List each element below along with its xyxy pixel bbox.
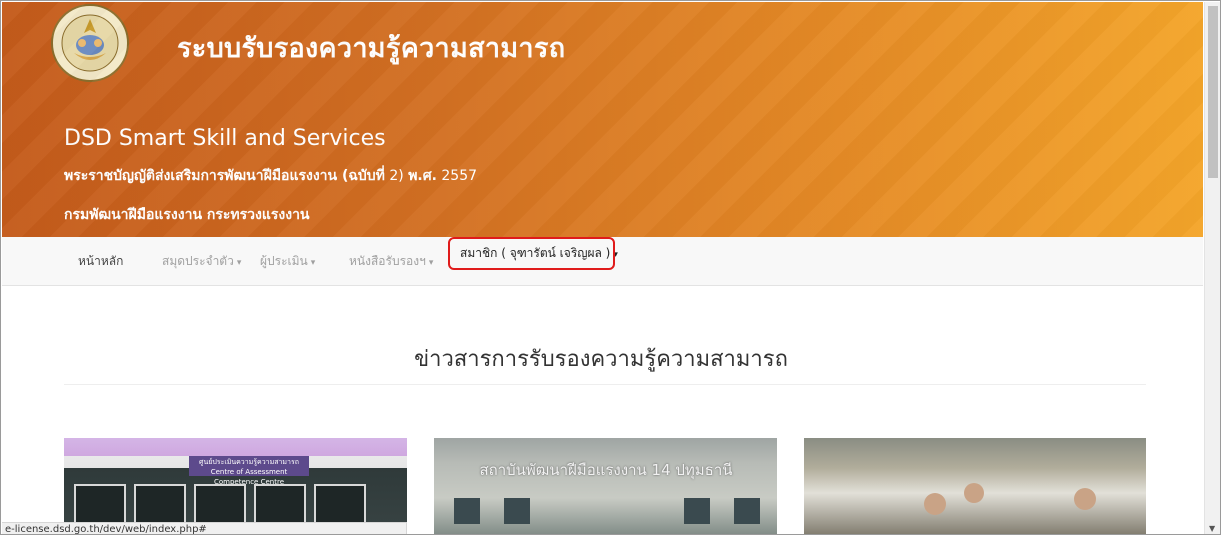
nav-profile-book-label: สมุดประจำตัว — [162, 254, 234, 268]
nav-certificate-dropdown[interactable]: หนังสือรับรองฯ ▾ — [349, 237, 433, 286]
nav-home-label: หน้าหลัก — [78, 254, 124, 268]
nav-home[interactable]: หน้าหลัก — [78, 237, 123, 286]
site-subtitle: DSD Smart Skill and Services — [64, 126, 386, 151]
news-section-title: ข่าวสารการรับรองความรู้ความสามารถ — [414, 347, 788, 372]
site-title: ระบบรับรองความรู้ความสามารถ — [177, 33, 566, 64]
building-window — [684, 498, 710, 524]
scroll-down-icon[interactable]: ▼ — [1209, 524, 1215, 533]
photo-person — [924, 493, 946, 515]
act-text-be: พ.ศ. — [408, 168, 437, 184]
news-image-sign: ศูนย์ประเมินความรู้ความสามารถ Centre of A… — [189, 456, 309, 486]
section-divider — [64, 384, 1146, 385]
building-window — [504, 498, 530, 524]
building-window — [734, 498, 760, 524]
act-line: พระราชบัญญัติส่งเสริมการพัฒนาฝีมือแรงงาน… — [64, 165, 477, 187]
nav-assessor-label: ผู้ประเมิน — [260, 254, 308, 268]
nav-certificate-label: หนังสือรับรองฯ — [349, 254, 426, 268]
news-image-sign: สถาบันพัฒนาฝีมือแรงงาน 14 ปทุมธานี — [479, 461, 733, 479]
dsd-logo-icon — [51, 4, 129, 82]
building-window — [454, 498, 480, 524]
photo-person — [964, 483, 984, 503]
nav-assessor-dropdown[interactable]: ผู้ประเมิน ▾ — [260, 237, 315, 286]
chevron-down-icon: ▾ — [236, 258, 242, 268]
vertical-scrollbar[interactable]: ▼ — [1204, 2, 1220, 534]
nav-profile-book-dropdown[interactable]: สมุดประจำตัว ▾ — [162, 237, 241, 286]
status-bar-url: e-license.dsd.go.th/dev/web/index.php# — [2, 522, 407, 534]
act-text-year: 2557 — [436, 168, 478, 184]
news-image-sign-text: ศูนย์ประเมินความรู้ความสามารถ — [199, 458, 299, 466]
scrollbar-thumb[interactable] — [1208, 6, 1218, 178]
header-banner: ระบบรับรองความรู้ความสามารถ DSD Smart Sk… — [2, 2, 1203, 237]
photo-person — [1074, 488, 1096, 510]
act-text-number: 2) — [384, 168, 409, 184]
department-name: กรมพัฒนาฝีมือแรงงาน กระทรวงแรงงาน — [64, 207, 310, 223]
act-text-bold: พระราชบัญญัติส่งเสริมการพัฒนาฝีมือแรงงาน… — [64, 168, 385, 184]
member-highlight-annotation — [448, 237, 615, 270]
news-thumbnail-2[interactable]: สถาบันพัฒนาฝีมือแรงงาน 14 ปทุมธานี — [434, 438, 777, 534]
news-thumbnail-3[interactable] — [804, 438, 1146, 534]
chevron-down-icon: ▾ — [310, 258, 316, 268]
chevron-down-icon: ▾ — [428, 258, 434, 268]
news-thumbnail-1[interactable]: ศูนย์ประเมินความรู้ความสามารถ Centre of A… — [64, 438, 407, 534]
browser-viewport: ระบบรับรองความรู้ความสามารถ DSD Smart Sk… — [0, 0, 1221, 535]
